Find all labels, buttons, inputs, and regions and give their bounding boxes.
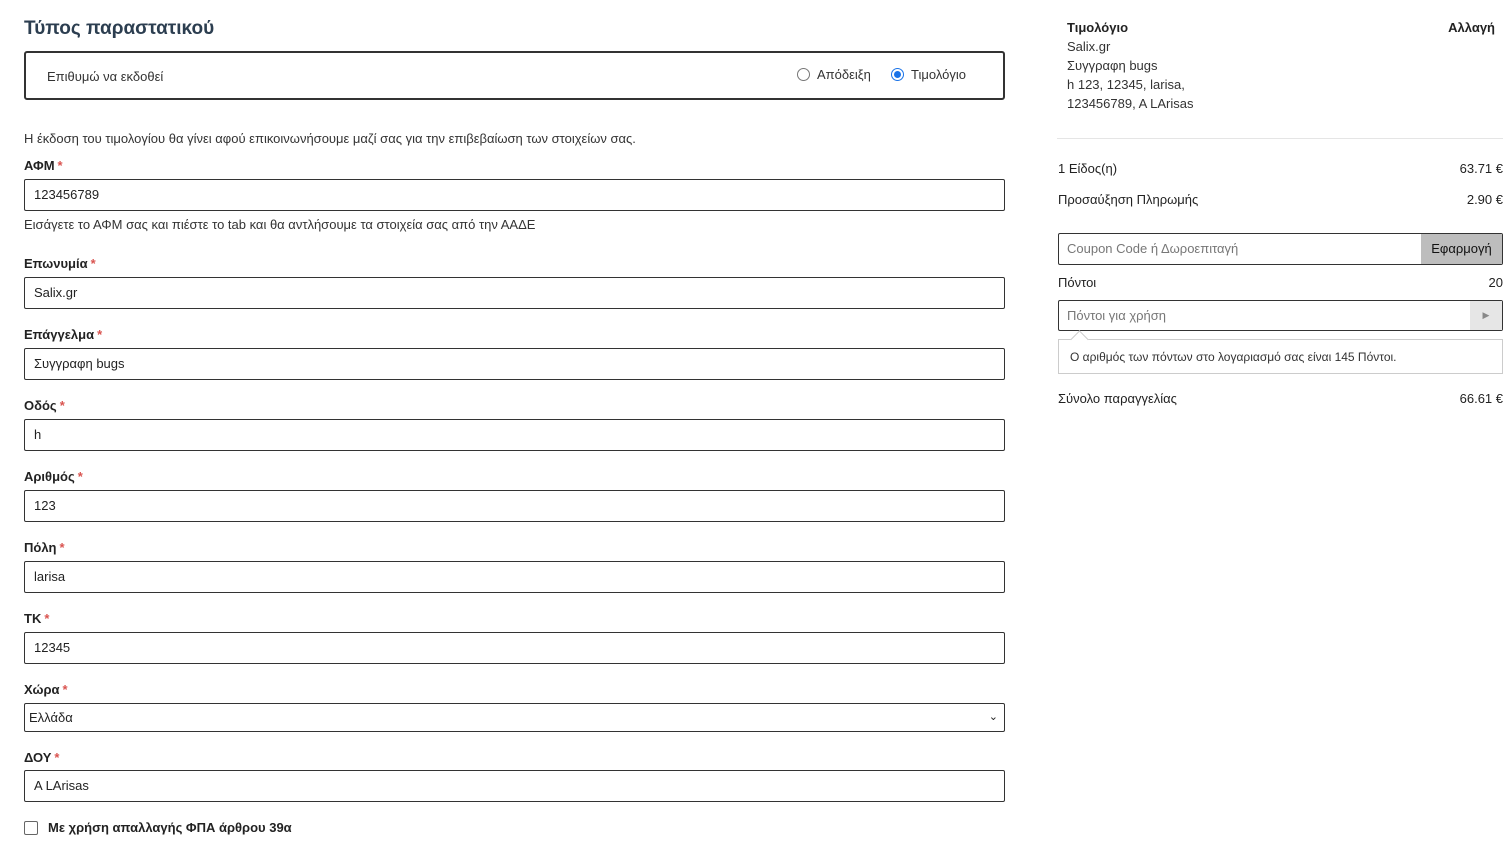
invoice-line-company: Salix.gr xyxy=(1067,39,1111,54)
coupon-group: Coupon Code ή Δωροεπιταγή Εφαρμογή xyxy=(1058,233,1503,265)
chevron-down-icon: ⌄ xyxy=(988,711,998,723)
afm-hint: Εισάγετε το ΑΦΜ σας και πιέστε το tab κα… xyxy=(24,217,536,232)
summary-divider xyxy=(1057,138,1503,139)
tax-office-label: ΔΟΥ * xyxy=(24,750,60,765)
points-value: 20 xyxy=(1488,275,1503,290)
invoice-radio-circle[interactable] xyxy=(891,68,904,81)
required-asterisk: * xyxy=(57,158,63,173)
country-select[interactable]: Ελλάδα ⌄ xyxy=(24,703,1005,732)
street-input[interactable]: h xyxy=(24,419,1005,451)
surcharge-label: Προσαύξηση Πληρωμής xyxy=(1058,192,1199,207)
points-group: Πόντοι για χρήση ▶ xyxy=(1058,300,1503,331)
street-label: Οδός * xyxy=(24,398,65,413)
invoice-summary-title: Τιμολόγιο xyxy=(1067,20,1129,35)
invoice-line-profession: Συγγραφη bugs xyxy=(1067,58,1158,73)
invoice-line-address: h 123, 12345, larisa, xyxy=(1067,77,1185,92)
number-input[interactable]: 123 xyxy=(24,490,1005,522)
document-type-prompt: Επιθυμώ να εκδοθεί xyxy=(47,69,164,84)
invoice-line-tax: 123456789, A LArisas xyxy=(1067,96,1194,111)
invoice-radio-label: Τιμολόγιο xyxy=(911,67,966,82)
tax-office-input[interactable]: A LArisas xyxy=(24,770,1005,802)
country-select-value: Ελλάδα xyxy=(29,710,73,725)
required-asterisk: * xyxy=(59,540,65,555)
items-label: 1 Είδος(η) xyxy=(1058,161,1118,176)
country-label: Χώρα * xyxy=(24,682,68,697)
receipt-radio[interactable]: Απόδειξη xyxy=(797,67,871,82)
order-total-value: 66.61 € xyxy=(1459,391,1503,406)
document-type-box: Επιθυμώ να εκδοθεί Απόδειξη Τιμολόγιο xyxy=(24,51,1005,100)
invoice-radio[interactable]: Τιμολόγιο xyxy=(891,67,966,82)
points-tooltip-text: Ο αριθμός των πόντων στο λογαριασμό σας … xyxy=(1070,350,1397,364)
required-asterisk: * xyxy=(44,611,50,626)
required-asterisk: * xyxy=(77,469,83,484)
vat-exemption-label: Με χρήση απαλλαγής ΦΠΑ άρθρου 39α xyxy=(48,820,292,835)
receipt-radio-circle[interactable] xyxy=(797,68,810,81)
surcharge-value: 2.90 € xyxy=(1466,192,1503,207)
points-input[interactable]: Πόντοι για χρήση xyxy=(1059,301,1470,330)
company-input[interactable]: Salix.gr xyxy=(24,277,1005,309)
zip-label: ΤΚ * xyxy=(24,611,50,626)
required-asterisk: * xyxy=(54,750,60,765)
order-total-label: Σύνολο παραγγελίας xyxy=(1058,391,1177,406)
change-invoice-link[interactable]: Αλλαγή xyxy=(1448,20,1495,35)
coupon-input[interactable]: Coupon Code ή Δωροεπιταγή xyxy=(1059,234,1421,264)
zip-input[interactable]: 12345 xyxy=(24,632,1005,664)
page-title: Τύπος παραστατικού xyxy=(24,18,215,39)
play-triangle-icon[interactable]: ▶ xyxy=(1470,301,1502,330)
points-label: Πόντοι xyxy=(1058,275,1097,290)
required-asterisk: * xyxy=(90,256,96,271)
required-asterisk: * xyxy=(97,327,103,342)
afm-label: ΑΦΜ * xyxy=(24,158,63,173)
items-value: 63.71 € xyxy=(1459,161,1503,176)
vat-exemption-checkbox[interactable] xyxy=(24,820,38,835)
afm-input[interactable]: 123456789 xyxy=(24,179,1005,211)
invoice-notice: Η έκδοση του τιμολογίου θα γίνει αφού επ… xyxy=(24,131,636,146)
apply-coupon-button[interactable]: Εφαρμογή xyxy=(1421,234,1502,264)
city-input[interactable]: larisa xyxy=(24,561,1005,593)
profession-input[interactable]: Συγγραφη bugs xyxy=(24,348,1005,380)
vat-exemption-option[interactable]: Με χρήση απαλλαγής ΦΠΑ άρθρου 39α xyxy=(24,820,292,835)
required-asterisk: * xyxy=(62,682,68,697)
required-asterisk: * xyxy=(59,398,65,413)
points-tooltip: Ο αριθμός των πόντων στο λογαριασμό σας … xyxy=(1058,339,1503,374)
profession-label: Επάγγελμα * xyxy=(24,327,103,342)
receipt-radio-label: Απόδειξη xyxy=(817,67,871,82)
number-label: Αριθμός * xyxy=(24,469,83,484)
city-label: Πόλη * xyxy=(24,540,65,555)
company-label: Επωνυμία * xyxy=(24,256,96,271)
